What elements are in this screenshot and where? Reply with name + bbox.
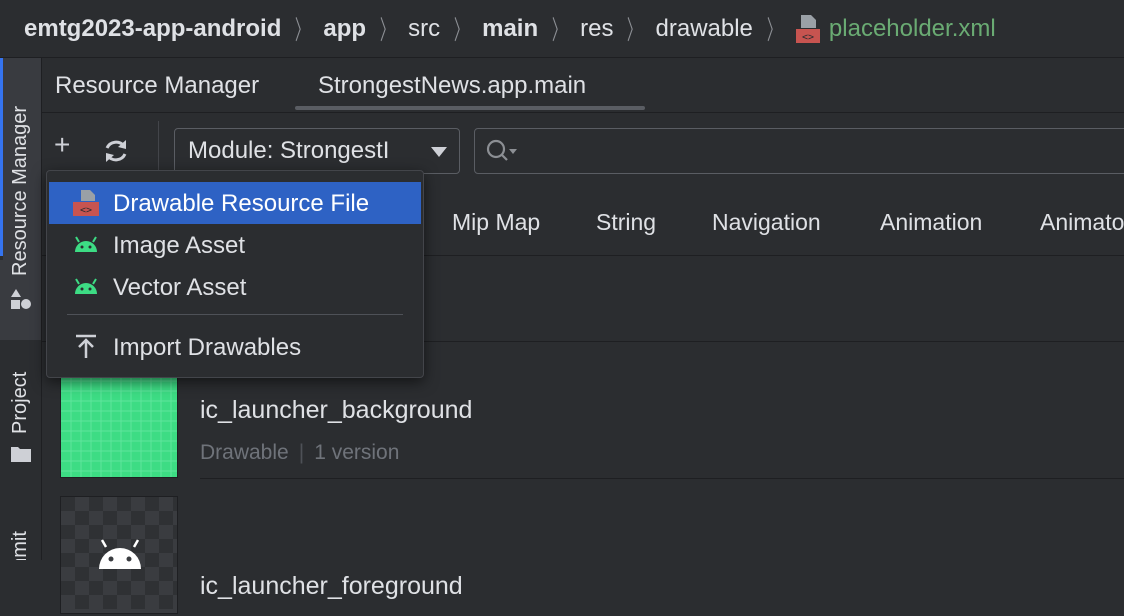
resource-thumbnail [60, 496, 178, 614]
breadcrumb-separator: 〉 [551, 15, 567, 45]
tab-resource-manager[interactable]: Resource Manager [55, 72, 259, 100]
menu-item-drawable-resource-file[interactable]: <> Drawable Resource File [49, 182, 421, 224]
breadcrumb-item-app[interactable]: app [323, 15, 366, 43]
list-item[interactable]: ic_launcher_background Drawable | 1 versio… [42, 360, 1124, 480]
toolbar-separator [158, 121, 159, 173]
menu-item-label: Image Asset [113, 232, 246, 259]
svg-text:<>: <> [802, 32, 814, 43]
menu-item-import-drawables[interactable]: Import Drawables [49, 326, 421, 368]
breadcrumb-separator: 〉 [627, 15, 642, 45]
breadcrumb: emtg2023-app-android 〉 app 〉 src 〉 main … [0, 0, 1124, 58]
commit-tool-button[interactable]: Commit [0, 494, 41, 560]
resource-meta: Drawable | 1 version [200, 441, 400, 464]
tool-window-strip: Resource Manager Project Commit [0, 58, 42, 560]
add-resource-menu: <> Drawable Resource File Image Asset Ve… [46, 170, 424, 378]
module-dropdown-label: Module: StrongestI [188, 137, 390, 164]
menu-item-label: Import Drawables [113, 334, 302, 361]
tab-animator[interactable]: Animator [1040, 209, 1124, 236]
tab-string[interactable]: String [596, 209, 656, 236]
resource-manager-tool-button[interactable]: Resource Manager [0, 58, 41, 340]
resource-type: Drawable [200, 441, 289, 464]
search-input[interactable] [474, 128, 1124, 174]
breadcrumb-file[interactable]: placeholder.xml [829, 15, 996, 43]
active-tab-indicator [295, 106, 645, 110]
tab-bar: Resource Manager StrongestNews.app.main [42, 58, 1124, 113]
resource-version-count: 1 version [314, 441, 400, 464]
breadcrumb-separator: 〉 [453, 15, 469, 45]
tab-strongestnews-app-main[interactable]: StrongestNews.app.main [318, 72, 586, 100]
breadcrumb-separator: 〉 [379, 15, 395, 45]
import-icon [71, 334, 101, 360]
breadcrumb-separator: 〉 [295, 15, 310, 45]
commit-tool-label: Commit [9, 531, 32, 560]
android-icon [71, 274, 101, 300]
add-resource-button[interactable]: + [54, 129, 70, 161]
menu-item-image-asset[interactable]: Image Asset [49, 224, 421, 266]
xml-file-icon: <> [795, 14, 821, 44]
resource-manager-tool-label: Resource Manager [9, 105, 31, 276]
resource-name: ic_launcher_foreground [200, 572, 463, 600]
list-item[interactable]: ic_launcher_foreground [42, 496, 1124, 616]
refresh-icon[interactable] [102, 137, 130, 170]
divider [200, 478, 1124, 479]
xml-file-icon: <> [71, 190, 101, 216]
breadcrumb-item-main[interactable]: main [482, 15, 538, 43]
breadcrumb-item-project[interactable]: emtg2023-app-android [24, 15, 281, 43]
menu-item-label: Drawable Resource File [113, 190, 370, 217]
android-icon [71, 232, 101, 258]
svg-text:<>: <> [80, 205, 92, 216]
menu-item-vector-asset[interactable]: Vector Asset [49, 266, 421, 308]
module-dropdown[interactable]: Module: StrongestI [174, 128, 460, 174]
resource-name: ic_launcher_background [200, 396, 473, 424]
breadcrumb-separator: 〉 [766, 15, 782, 45]
breadcrumb-item-src[interactable]: src [408, 15, 440, 43]
project-tool-label: Project [9, 371, 31, 434]
shapes-icon [10, 288, 32, 315]
chevron-down-icon [431, 147, 447, 157]
active-tool-indicator [0, 58, 3, 256]
search-icon [485, 138, 519, 169]
breadcrumb-item-res[interactable]: res [580, 15, 613, 43]
breadcrumb-item-drawable[interactable]: drawable [656, 15, 753, 43]
folder-icon [10, 445, 32, 468]
menu-divider [67, 314, 403, 315]
tab-mip-map[interactable]: Mip Map [452, 209, 540, 236]
tab-animation[interactable]: Animation [880, 209, 982, 236]
tab-navigation[interactable]: Navigation [712, 209, 821, 236]
menu-item-label: Vector Asset [113, 274, 247, 301]
